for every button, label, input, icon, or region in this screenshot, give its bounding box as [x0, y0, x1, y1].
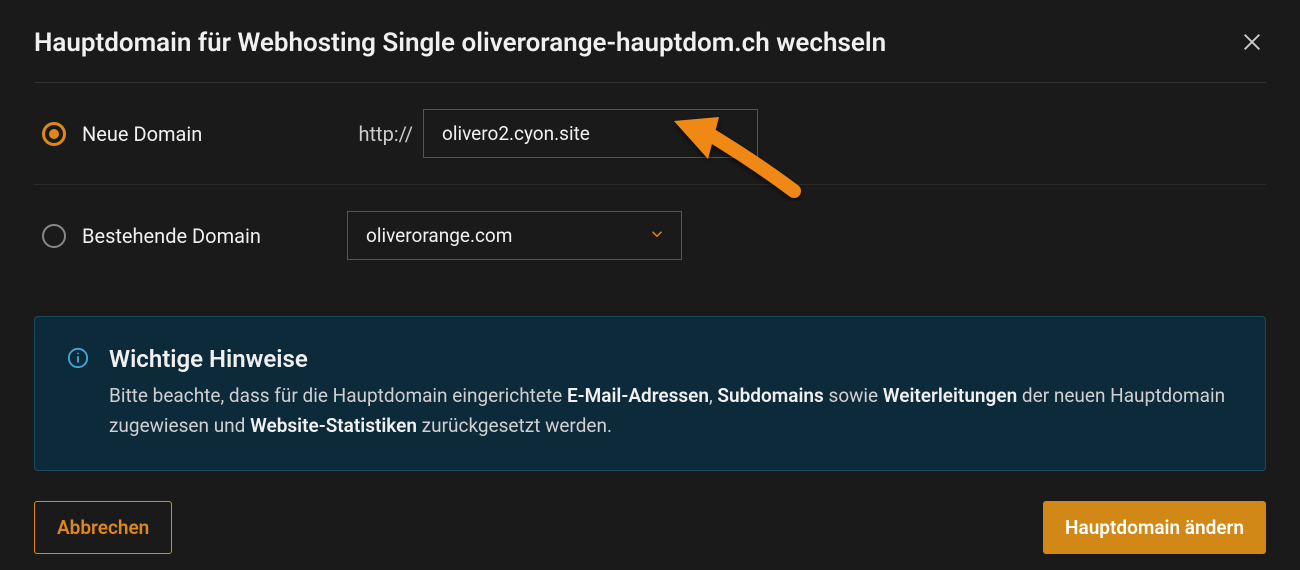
new-domain-input[interactable] — [423, 109, 758, 158]
dialog-footer: Abbrechen Hauptdomain ändern — [34, 471, 1266, 554]
option-row-existing-domain: Bestehende Domain oliverorange.com — [34, 184, 1266, 286]
radio-label-text: Bestehende Domain — [82, 224, 261, 248]
radio-new-domain[interactable]: Neue Domain — [42, 122, 347, 146]
info-title: Wichtige Hinweise — [109, 345, 1229, 373]
url-prefix: http:// — [347, 122, 413, 146]
info-body: Bitte beachte, dass für die Hauptdomain … — [109, 381, 1229, 442]
info-icon — [67, 347, 89, 369]
radio-label-text: Neue Domain — [82, 122, 202, 146]
close-icon — [1241, 31, 1263, 53]
cancel-button[interactable]: Abbrechen — [34, 501, 172, 554]
change-maindomain-dialog: Hauptdomain für Webhosting Single oliver… — [0, 0, 1300, 570]
radio-indicator-selected — [42, 122, 66, 146]
existing-domain-select[interactable]: oliverorange.com — [347, 211, 682, 260]
option-row-new-domain: Neue Domain http:// — [34, 83, 1266, 184]
radio-indicator-unselected — [42, 224, 66, 248]
dialog-title: Hauptdomain für Webhosting Single oliver… — [34, 28, 886, 58]
submit-button[interactable]: Hauptdomain ändern — [1043, 501, 1266, 554]
existing-domain-select-wrapper: oliverorange.com — [347, 211, 682, 260]
radio-existing-domain[interactable]: Bestehende Domain — [42, 224, 347, 248]
dialog-header: Hauptdomain für Webhosting Single oliver… — [34, 28, 1266, 83]
info-notice: Wichtige Hinweise Bitte beachte, dass fü… — [34, 316, 1266, 471]
close-button[interactable] — [1238, 28, 1266, 56]
